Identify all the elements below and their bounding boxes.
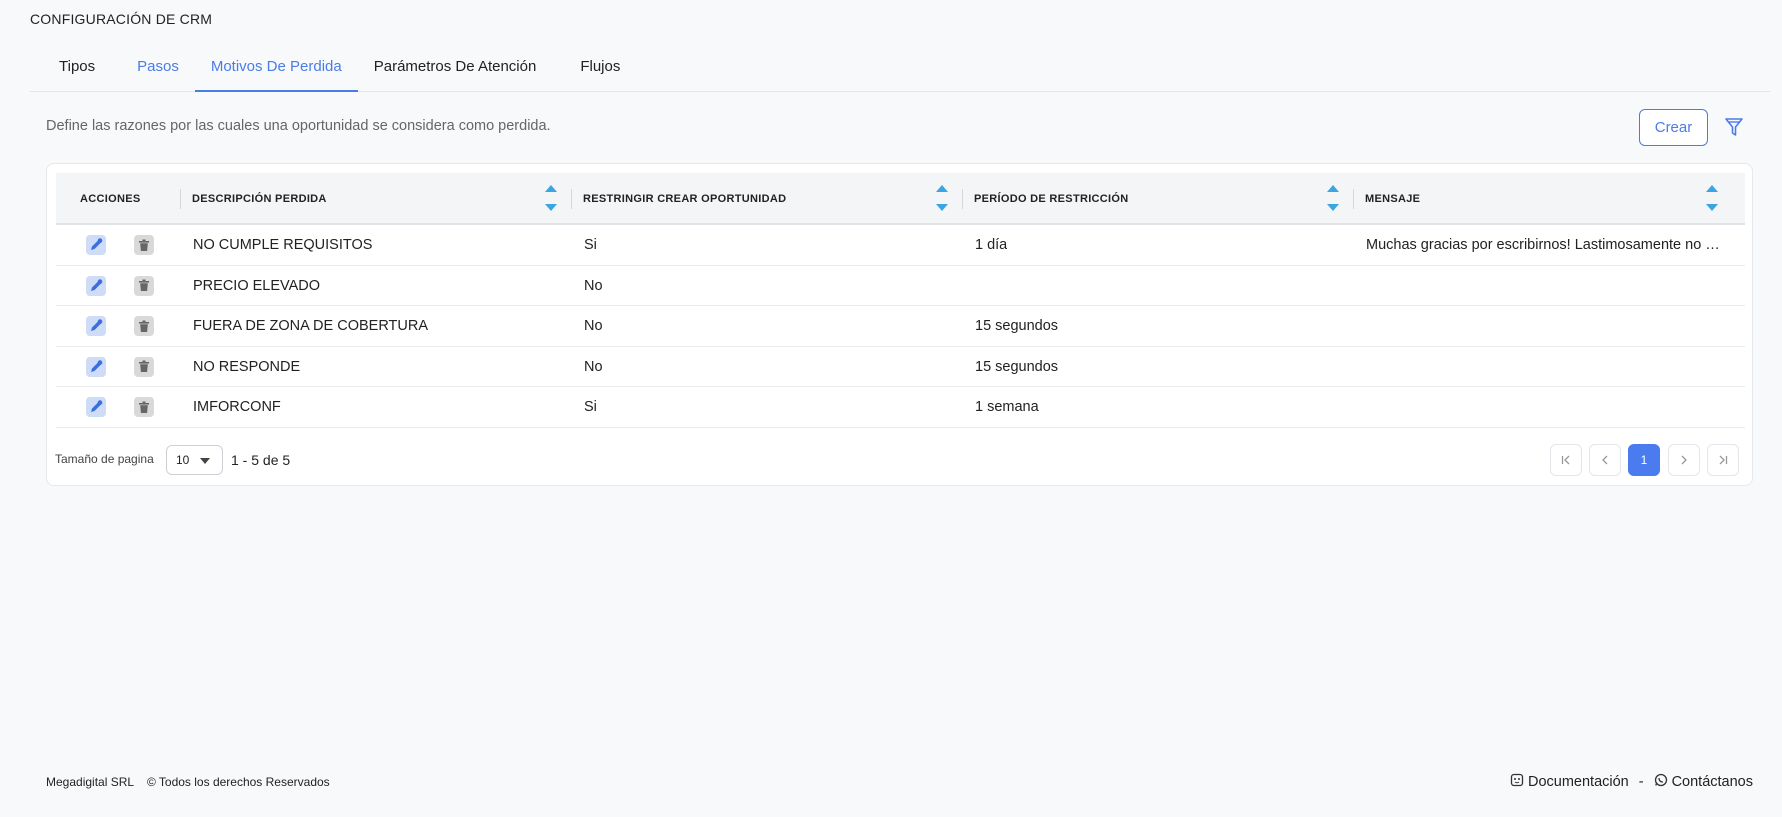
sort-description-icon[interactable] — [545, 181, 559, 215]
cell-period: 15 segundos — [975, 358, 1059, 375]
table-row: NO RESPONDE No 15 segundos — [56, 347, 1745, 387]
footer-rights: © Todos los derechos Reservados — [146, 775, 330, 789]
trash-icon[interactable] — [134, 356, 154, 377]
table-header: ACCIONES DESCRIPCIÓN PERDIDA RESTRINGIR … — [56, 173, 1745, 225]
sort-message-icon[interactable] — [1706, 181, 1720, 215]
table-row: IMFORCONF Si 1 semana — [56, 387, 1745, 428]
page-size-select[interactable]: 10 — [166, 445, 223, 475]
footer-company: Megadigital SRL — [46, 775, 134, 789]
page-size-label: Tamaño de pagina — [55, 452, 154, 466]
edit-icon[interactable] — [86, 235, 106, 255]
page-description: Define las razones por las cuales una op… — [46, 118, 551, 134]
edit-icon[interactable] — [86, 356, 106, 377]
cell-period: 1 semana — [975, 399, 1039, 415]
cell-period: 15 segundos — [975, 318, 1059, 334]
edit-icon[interactable] — [86, 275, 106, 296]
cell-description: IMFORCONF — [193, 399, 281, 415]
trash-icon[interactable] — [134, 397, 154, 417]
cell-description: FUERA DE ZONA DE COBERTURA — [193, 318, 428, 334]
trash-icon[interactable] — [134, 235, 154, 255]
header-divider — [180, 189, 181, 209]
contact-link[interactable]: Contáctanos — [1672, 774, 1753, 790]
cell-restrict: No — [584, 277, 603, 294]
cell-restrict: No — [584, 358, 603, 375]
trash-icon[interactable] — [134, 275, 154, 296]
header-actions: ACCIONES — [80, 193, 141, 205]
footer-separator: - — [1638, 774, 1644, 790]
tab-parametros-de-atencion[interactable]: Parámetros De Atención — [358, 46, 553, 92]
table-row: PRECIO ELEVADO No — [56, 266, 1745, 306]
tab-motivos-de-perdida[interactable]: Motivos De Perdida — [194, 46, 358, 92]
sort-period-icon[interactable] — [1327, 181, 1341, 215]
header-divider — [962, 189, 963, 209]
loss-reasons-table-card: ACCIONES DESCRIPCIÓN PERDIDA RESTRINGIR … — [46, 163, 1753, 486]
cell-message — [1366, 306, 1721, 346]
tab-flujos[interactable]: Flujos — [552, 46, 636, 92]
cell-description: NO RESPONDE — [193, 358, 301, 375]
cell-message — [1366, 266, 1721, 306]
cell-description: NO CUMPLE REQUISITOS — [193, 237, 373, 253]
sort-restrict-icon[interactable] — [936, 181, 950, 215]
page-size-value: 10 — [176, 453, 190, 467]
cell-description: PRECIO ELEVADO — [193, 277, 321, 294]
whatsapp-icon — [1654, 773, 1668, 791]
page-title: CONFIGURACIÓN DE CRM — [30, 11, 213, 27]
header-message[interactable]: MENSAJE — [1365, 173, 1420, 225]
cell-message — [1366, 347, 1721, 387]
tab-pasos[interactable]: Pasos — [121, 46, 195, 92]
header-period[interactable]: PERÍODO DE RESTRICCIÓN — [974, 173, 1129, 225]
edit-icon[interactable] — [86, 397, 106, 417]
first-page-icon[interactable] — [1550, 444, 1582, 476]
caret-down-icon — [200, 458, 210, 464]
cell-restrict: Si — [584, 237, 597, 253]
cell-restrict: Si — [584, 399, 597, 415]
documentation-link[interactable]: Documentación — [1528, 774, 1629, 790]
header-description[interactable]: DESCRIPCIÓN PERDIDA — [192, 173, 327, 225]
footer-links: Documentación - Contáctanos — [1510, 773, 1753, 791]
cell-message — [1366, 387, 1721, 427]
page-button-current[interactable]: 1 — [1628, 444, 1660, 476]
tab-tipos[interactable]: Tipos — [30, 46, 121, 92]
header-divider — [1353, 189, 1354, 209]
last-page-icon[interactable] — [1707, 444, 1739, 476]
create-button[interactable]: Crear — [1639, 109, 1708, 146]
table-body: NO CUMPLE REQUISITOS Si 1 día Muchas gra… — [56, 225, 1745, 428]
table-row: NO CUMPLE REQUISITOS Si 1 día Muchas gra… — [56, 225, 1745, 266]
header-divider — [571, 189, 572, 209]
cell-restrict: No — [584, 318, 603, 334]
filter-icon[interactable] — [1724, 116, 1744, 138]
previous-page-icon[interactable] — [1589, 444, 1621, 476]
tab-bar: Tipos Pasos Motivos De Perdida Parámetro… — [30, 46, 1770, 92]
cell-period: 1 día — [975, 237, 1008, 253]
pagination-range: 1 - 5 de 5 — [231, 452, 291, 468]
footer-copyright: Megadigital SRL © Todos los derechos Res… — [46, 775, 330, 789]
edit-icon[interactable] — [86, 316, 106, 336]
next-page-icon[interactable] — [1668, 444, 1700, 476]
table-row: FUERA DE ZONA DE COBERTURA No 15 segundo… — [56, 306, 1745, 347]
header-restrict[interactable]: RESTRINGIR CREAR OPORTUNIDAD — [583, 173, 786, 225]
cell-message: Muchas gracias por escribirnos! Lastimos… — [1366, 237, 1720, 253]
document-icon — [1510, 773, 1524, 791]
trash-icon[interactable] — [134, 316, 154, 336]
